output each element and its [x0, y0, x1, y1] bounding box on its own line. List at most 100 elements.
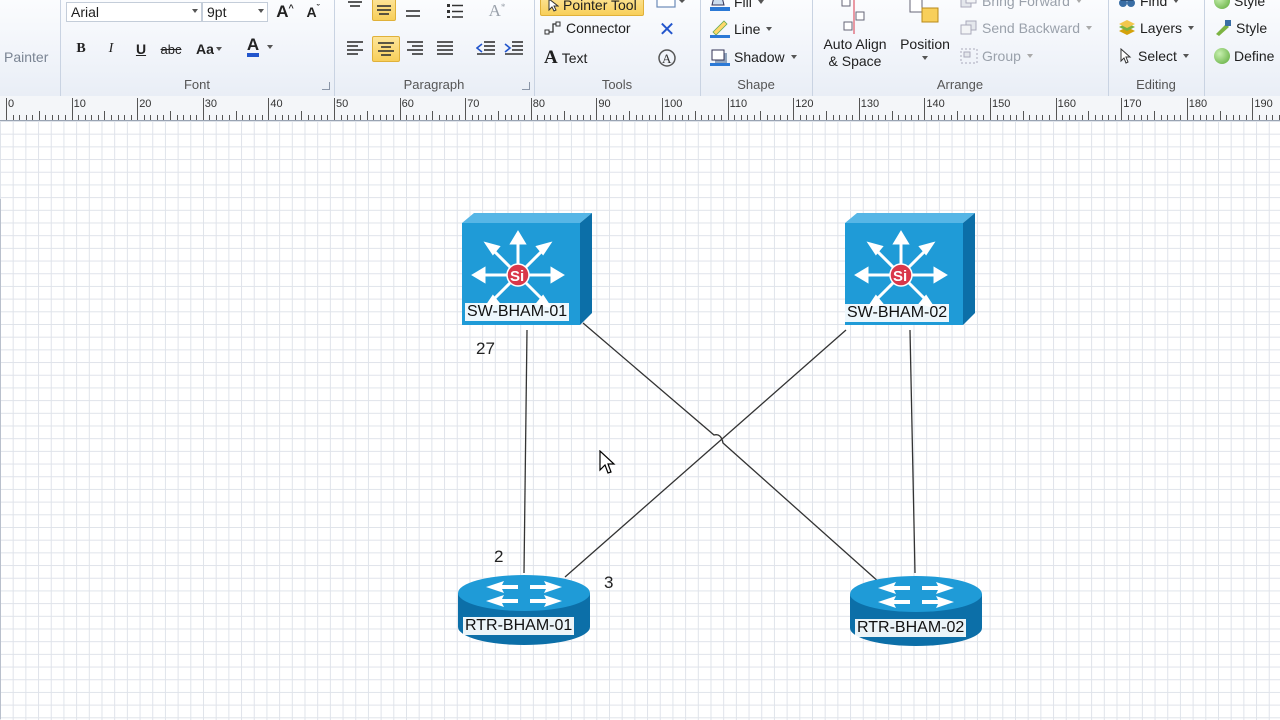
ruler-tick [314, 115, 316, 120]
style-button-2[interactable]: Style [1214, 20, 1267, 36]
link-sw1-rtr1[interactable] [523, 329, 528, 574]
paragraph-group: A * Paragraph [334, 0, 535, 96]
text-tool-button[interactable]: A Text [544, 47, 587, 69]
select-button[interactable]: Select [1118, 48, 1189, 64]
ruler-tick [1154, 111, 1155, 120]
connector-icon [544, 21, 561, 35]
pointer-tool-button[interactable]: Pointer Tool [540, 0, 644, 16]
format-painter-button[interactable]: Painter [4, 49, 48, 65]
position-button[interactable]: Position [896, 0, 954, 72]
ruler-tick [340, 115, 342, 120]
ruler-label: 150 [992, 98, 1011, 110]
layers-button[interactable]: Layers [1118, 20, 1195, 36]
device-label-sw2[interactable]: SW-BHAM-02 [845, 304, 950, 322]
ruler-tick [1081, 115, 1083, 120]
ruler-tick [78, 115, 80, 120]
ruler-tick [25, 115, 27, 120]
font-name-value: Arial [71, 4, 100, 20]
router-icon[interactable] [456, 571, 592, 651]
change-case-button[interactable]: Aa [192, 38, 226, 60]
connector-button[interactable]: Connector [544, 20, 631, 36]
ruler-label: 0 [8, 98, 15, 110]
align-top-icon[interactable] [346, 0, 364, 14]
router-icon[interactable] [848, 572, 984, 652]
ruler-tick [117, 115, 119, 120]
device-label-rtr1[interactable]: RTR-BHAM-01 [463, 617, 575, 635]
align-middle-button[interactable] [372, 0, 396, 21]
align-bottom-icon[interactable] [404, 3, 422, 19]
link-sw2-rtr2[interactable] [909, 329, 916, 574]
ruler-tick [557, 115, 559, 120]
ruler-tick [635, 115, 637, 120]
link-sw1-rtr2[interactable] [582, 322, 881, 584]
ruler-tick [1193, 115, 1195, 120]
ruler-tick [1180, 115, 1182, 120]
ruler-tick [819, 115, 821, 120]
strikethrough-button[interactable]: abc [160, 38, 182, 60]
align-right-icon[interactable] [406, 40, 424, 56]
font-size-select[interactable]: 9pt [202, 2, 268, 22]
decrease-indent-icon[interactable] [476, 40, 496, 56]
group-button[interactable]: Group [960, 48, 1033, 64]
auto-align-label-1: Auto Align [823, 36, 887, 52]
ruler-tick [65, 115, 67, 120]
ruler-tick [215, 115, 217, 120]
bold-button[interactable]: B [70, 38, 92, 60]
ruler-tick [196, 115, 198, 120]
fill-button[interactable]: Fill [710, 0, 764, 11]
underline-button[interactable]: U [130, 38, 152, 60]
send-backward-button[interactable]: Send Backward [960, 20, 1093, 36]
bring-forward-button[interactable]: Bring Forward [960, 0, 1082, 9]
chevron-down-icon [790, 55, 797, 59]
close-icon[interactable]: ✕ [656, 18, 678, 41]
justify-icon[interactable] [436, 40, 454, 56]
paragraph-dialog-launcher[interactable] [522, 82, 530, 90]
ruler-tick [1121, 98, 1123, 120]
font-name-select[interactable]: Arial [66, 2, 202, 22]
paragraph-group-label: Paragraph [403, 77, 465, 92]
line-button[interactable]: Line [710, 20, 773, 38]
ruler-tick [458, 115, 460, 120]
ruler-tick [655, 115, 657, 120]
port-label-rtr1-a[interactable]: 2 [494, 547, 503, 567]
ruler-tick [1068, 115, 1070, 120]
rectangle-shape-icon[interactable] [656, 0, 686, 10]
font-dialog-launcher[interactable] [322, 82, 330, 90]
drawing-canvas[interactable]: Si SW-BHAM-01 Si SW-BHAM-02 RTR-BHAM-01 [0, 121, 1280, 720]
define-label: Define [1234, 48, 1275, 64]
ruler-tick [707, 115, 709, 120]
align-center-button[interactable] [372, 36, 400, 62]
ruler-tick [694, 111, 696, 120]
shrink-font-button[interactable]: Aˇ [302, 1, 324, 23]
shadow-button[interactable]: Shadow [710, 48, 797, 66]
line-pen-icon [710, 20, 730, 38]
ruler-tick [681, 115, 683, 120]
device-label-rtr2[interactable]: RTR-BHAM-02 [855, 619, 967, 637]
port-label-sw1[interactable]: 27 [476, 339, 495, 359]
italic-button[interactable]: I [100, 38, 122, 60]
style-button-1[interactable]: Style [1214, 0, 1265, 9]
bullets-icon[interactable] [446, 2, 464, 18]
chevron-down-icon [215, 47, 222, 51]
port-label-rtr1-b[interactable]: 3 [604, 573, 613, 593]
text-style-icon[interactable]: A * [486, 0, 508, 22]
increase-indent-icon[interactable] [504, 40, 524, 56]
font-color-button[interactable]: A [242, 36, 278, 58]
ruler-tick [740, 115, 742, 120]
ruler-tick [202, 98, 204, 120]
ruler-tick [399, 98, 401, 120]
grow-font-button[interactable]: A ^ [274, 1, 296, 23]
find-button[interactable]: Find [1118, 0, 1180, 9]
define-button[interactable]: Define [1214, 48, 1274, 64]
connection-point-icon[interactable]: A [656, 48, 678, 68]
horizontal-ruler[interactable]: 0 10 20 30 40 50 60 70 80 90 100 110 120 130 140 150 160… [0, 96, 1280, 121]
align-left-icon[interactable] [346, 40, 364, 56]
ruler-tick [701, 115, 703, 120]
ruler-tick [963, 115, 965, 120]
ruler-tick [1055, 98, 1057, 120]
ruler-tick [589, 115, 591, 120]
device-label-sw1[interactable]: SW-BHAM-01 [465, 303, 570, 321]
ruler-tick [957, 111, 959, 120]
auto-align-button[interactable]: Auto Align & Space [818, 0, 892, 72]
ruler-tick [530, 98, 532, 120]
